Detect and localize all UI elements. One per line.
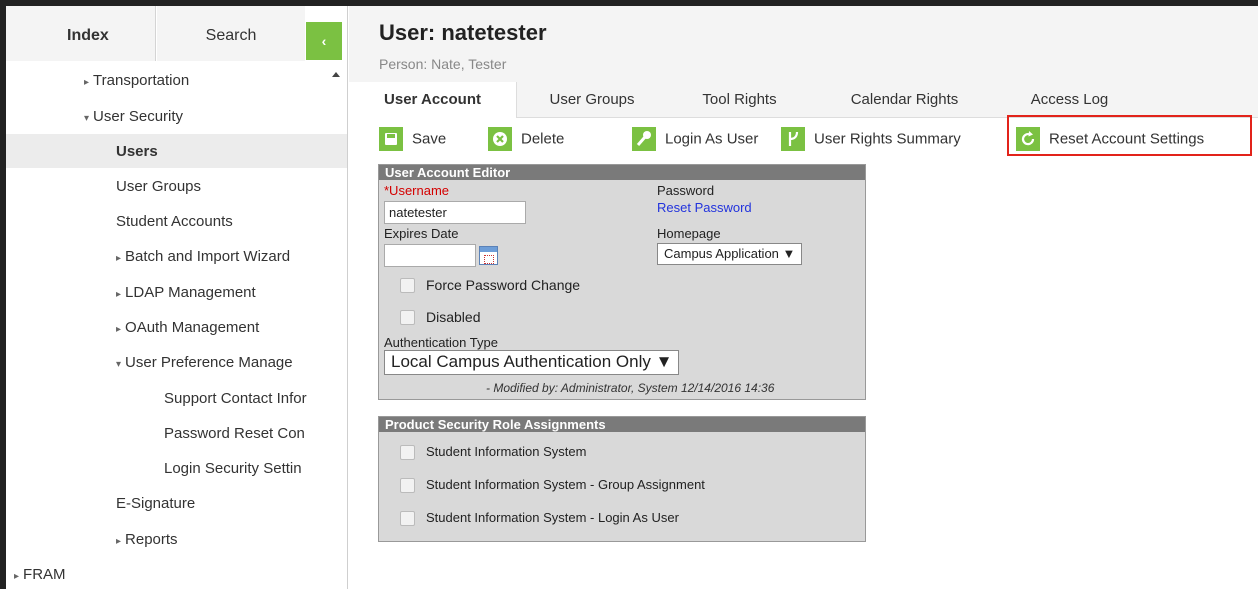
tree-item-label: User Security (93, 108, 184, 125)
expand-arrow-icon: ▸ (116, 289, 122, 300)
delete-button[interactable]: Delete (488, 127, 564, 155)
role-label-sis-group: Student Information System - Group Assig… (426, 477, 705, 492)
tree-item-reports[interactable]: ▸ Reports (116, 531, 178, 548)
authentication-type-select[interactable]: Local Campus Authentication Only ▼ (384, 350, 680, 375)
expand-arrow-icon: ▸ (116, 324, 122, 335)
psra-title: Product Security Role Assignments (379, 417, 865, 432)
login-as-user-button[interactable]: Login As User (632, 127, 758, 155)
tree-item-label: User Preference Manage (125, 354, 293, 371)
authentication-type-label: Authentication Type (384, 335, 498, 350)
tree-item-batch-import-wizard[interactable]: ▸ Batch and Import Wizard (116, 248, 290, 265)
page-header: User: natetester Person: Nate, Tester (349, 6, 1258, 82)
tree-item-user-preference-management[interactable]: ▾ User Preference Manage (116, 354, 293, 371)
tree-item-support-contact-info[interactable]: Support Contact Infor (164, 390, 307, 407)
tree-item-label: Batch and Import Wizard (125, 248, 291, 265)
expires-date-label: Expires Date (384, 226, 459, 241)
tree-item-label: Users (116, 143, 158, 160)
tree-item-oauth-management[interactable]: ▸ OAuth Management (116, 319, 259, 336)
disabled-checkbox[interactable] (400, 310, 415, 325)
tree-item-user-security[interactable]: ▾ User Security (84, 108, 183, 125)
tree-item-label: Student Accounts (116, 213, 233, 230)
reset-password-link[interactable]: Reset Password (657, 200, 752, 215)
login-as-user-label: Login As User (665, 130, 759, 148)
force-password-change-checkbox[interactable] (400, 278, 415, 293)
user-account-editor: User Account Editor *Username Password R… (378, 164, 866, 400)
tree-item-label: Reports (125, 531, 178, 548)
force-password-change-label: Force Password Change (426, 277, 581, 293)
tab-user-account[interactable]: User Account (349, 82, 517, 118)
collapse-arrow-icon: ▾ (84, 113, 90, 124)
save-label: Save (412, 130, 447, 148)
tree-item-ldap-management[interactable]: ▸ LDAP Management (116, 284, 256, 301)
delete-label: Delete (521, 130, 565, 148)
tree-item-label: Support Contact Infor (164, 390, 307, 407)
product-security-role-assignments: Product Security Role Assignments Studen… (378, 416, 866, 542)
password-label: Password (657, 183, 715, 198)
tree-item-login-security-settings[interactable]: Login Security Settin (164, 460, 302, 477)
expand-arrow-icon: ▸ (116, 253, 122, 264)
homepage-select[interactable]: Campus Application ▼ (657, 243, 803, 265)
tree-item-users[interactable]: Users (6, 134, 347, 168)
page-title: User: natetester (379, 20, 547, 45)
page-subtitle: Person: Nate, Tester (379, 56, 507, 72)
expires-date-input[interactable] (384, 244, 476, 267)
expand-arrow-icon: ▸ (14, 571, 20, 582)
tree-item-password-reset-config[interactable]: Password Reset Con (164, 425, 305, 442)
tree-item-user-groups[interactable]: User Groups (116, 178, 201, 195)
scroll-up-arrow-icon[interactable] (332, 72, 340, 77)
tree-item-label: OAuth Management (125, 319, 260, 336)
role-checkbox-sis-login[interactable] (400, 511, 415, 526)
tab-search[interactable]: Search (157, 6, 305, 61)
expand-arrow-icon: ▸ (116, 536, 122, 547)
left-tabs: Index Search ‹ (6, 6, 347, 61)
left-nav-panel: Index Search ‹ ▸ Transportation ▾ User Sec… (6, 6, 348, 589)
tree-item-fram[interactable]: ▸ FRAM (14, 566, 66, 583)
user-rights-summary-label: User Rights Summary (814, 130, 961, 148)
tree-item-e-signature[interactable]: E-Signature (116, 495, 195, 512)
tree-item-label: User Groups (116, 178, 202, 195)
branch-icon (781, 127, 805, 151)
role-checkbox-sis-group[interactable] (400, 478, 415, 493)
main-content: User: natetester Person: Nate, Tester Us… (349, 6, 1258, 589)
save-icon (379, 127, 403, 151)
collapse-panel-button[interactable]: ‹ (306, 22, 342, 60)
homepage-label: Homepage (657, 226, 721, 241)
role-label-sis: Student Information System (426, 444, 587, 459)
tab-user-groups[interactable]: User Groups (517, 82, 667, 118)
tree-item-label: E-Signature (116, 495, 196, 512)
tree-item-label: Transportation (93, 72, 190, 89)
role-checkbox-sis[interactable] (400, 445, 415, 460)
expand-arrow-icon: ▸ (84, 77, 90, 88)
user-rights-summary-button[interactable]: User Rights Summary (781, 127, 961, 155)
tab-calendar-rights[interactable]: Calendar Rights (812, 82, 997, 118)
collapse-arrow-icon: ▾ (116, 359, 122, 370)
tree-item-label: Login Security Settin (164, 460, 302, 477)
role-label-sis-login: Student Information System - Login As Us… (426, 510, 679, 525)
username-label: *Username (384, 183, 450, 198)
tree-item-label: Password Reset Con (164, 425, 305, 442)
username-input[interactable] (384, 201, 526, 224)
tab-bar: User Account User Groups Tool Rights Cal… (349, 82, 1258, 118)
highlight-box (1007, 115, 1252, 156)
delete-icon (488, 127, 512, 151)
tab-access-log[interactable]: Access Log (997, 82, 1142, 118)
modified-by-text: - Modified by: Administrator, System 12/… (486, 381, 775, 395)
tab-tool-rights[interactable]: Tool Rights (667, 82, 812, 118)
save-button[interactable]: Save (379, 127, 446, 155)
tree-item-transportation[interactable]: ▸ Transportation (84, 72, 189, 89)
editor-title: User Account Editor (379, 165, 865, 180)
tree-item-label: FRAM (23, 566, 66, 583)
tab-index[interactable]: Index (6, 6, 156, 61)
calendar-icon[interactable] (479, 246, 498, 265)
tree-item-label: LDAP Management (125, 284, 256, 301)
tree-item-student-accounts[interactable]: Student Accounts (116, 213, 233, 230)
key-icon (632, 127, 656, 151)
disabled-label: Disabled (426, 309, 481, 325)
